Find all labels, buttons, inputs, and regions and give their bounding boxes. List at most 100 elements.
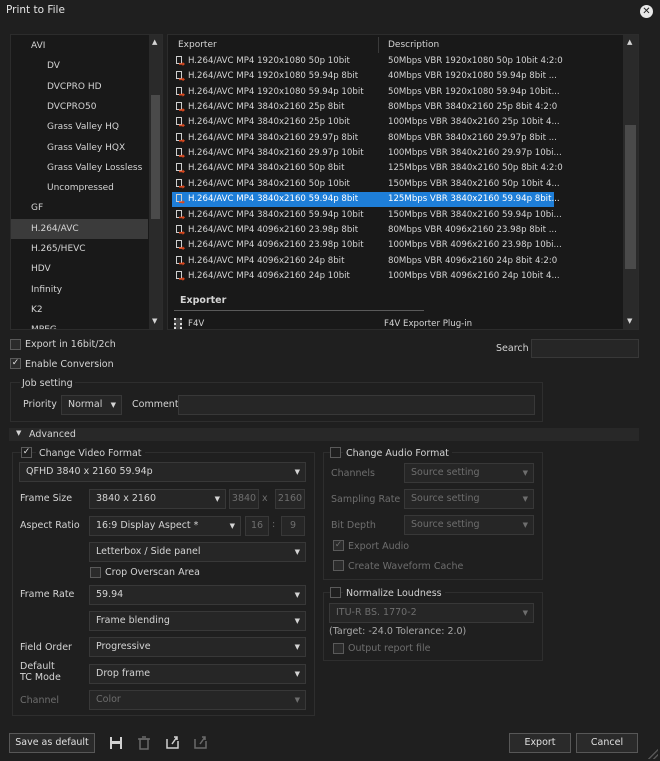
close-icon[interactable]: ✕ bbox=[640, 5, 653, 18]
tree-item-label: GF bbox=[31, 203, 44, 214]
tree-item[interactable]: K2 bbox=[11, 300, 148, 320]
scroll-up-icon[interactable]: ▲ bbox=[627, 38, 632, 46]
plugin-exporter[interactable]: F4V bbox=[188, 319, 204, 329]
column-header-exporter[interactable]: Exporter bbox=[178, 40, 217, 50]
height-input[interactable]: 2160 bbox=[275, 489, 305, 509]
export-16bit-checkbox[interactable] bbox=[10, 339, 21, 350]
exporter-row[interactable]: H.264/AVC MP4 4096x2160 23.98p 10bit 100M… bbox=[172, 238, 562, 253]
comment-input[interactable] bbox=[178, 395, 535, 415]
tree-item[interactable]: H.264/AVC bbox=[11, 218, 148, 239]
file-export-icon bbox=[176, 71, 185, 82]
exporter-row[interactable]: H.264/AVC MP4 3840x2160 29.97p 10bit 100M… bbox=[172, 146, 562, 161]
list-scroll-thumb[interactable] bbox=[625, 125, 636, 269]
column-header-description[interactable]: Description bbox=[388, 40, 439, 50]
group-header: Exporter bbox=[180, 295, 227, 306]
channel-select[interactable]: Color ▼ bbox=[89, 690, 306, 710]
search-label: Search bbox=[496, 343, 529, 354]
tree-item[interactable]: HDV bbox=[11, 259, 148, 279]
frame-blending-select[interactable]: Frame blending ▼ bbox=[89, 611, 306, 631]
tree-item[interactable]: Grass Valley HQX bbox=[11, 138, 148, 158]
output-report-label: Output report file bbox=[348, 643, 431, 654]
enable-conversion-label: Enable Conversion bbox=[25, 359, 114, 370]
exporter-row[interactable]: H.264/AVC MP4 3840x2160 50p 8bit 125Mbps … bbox=[172, 161, 563, 176]
tree-item-label: MPEG bbox=[31, 325, 57, 329]
search-input[interactable] bbox=[531, 339, 639, 358]
plugin-description: F4V Exporter Plug-in bbox=[384, 319, 473, 329]
sampling-rate-select[interactable]: Source setting ▼ bbox=[404, 489, 534, 509]
chevron-down-icon: ▼ bbox=[229, 522, 235, 530]
letterbox-select[interactable]: Letterbox / Side panel ▼ bbox=[89, 542, 306, 562]
exporter-row[interactable]: H.264/AVC MP4 4096x2160 24p 10bit 100Mbps… bbox=[172, 269, 560, 284]
frame-size-select[interactable]: 3840 x 2160 ▼ bbox=[89, 489, 226, 509]
scroll-up-icon[interactable]: ▲ bbox=[152, 38, 157, 46]
tree-item[interactable]: Grass Valley Lossless bbox=[11, 158, 148, 178]
tree-item[interactable]: H.265/HEVC bbox=[11, 239, 148, 259]
priority-select[interactable]: Normal ▼ bbox=[61, 395, 122, 415]
import-preset-icon[interactable] bbox=[166, 735, 180, 749]
waveform-cache-checkbox[interactable] bbox=[333, 560, 344, 571]
exporter-row[interactable]: H.264/AVC MP4 1920x1080 59.94p 10bit 50Mb… bbox=[172, 85, 560, 100]
collapse-triangle-icon[interactable]: ▼ bbox=[16, 429, 21, 437]
tc-mode-select[interactable]: Drop frame ▼ bbox=[89, 664, 306, 684]
exporter-row[interactable]: H.264/AVC MP4 3840x2160 50p 10bit 150Mbps… bbox=[172, 177, 560, 192]
tree-item[interactable]: AVI bbox=[11, 36, 148, 56]
frame-rate-select[interactable]: 59.94 ▼ bbox=[89, 585, 306, 605]
tree-item[interactable]: Grass Valley HQ bbox=[11, 117, 148, 137]
bit-depth-select[interactable]: Source setting ▼ bbox=[404, 515, 534, 535]
enable-conversion-checkbox[interactable]: ✓ bbox=[10, 358, 21, 369]
aspect-w-input[interactable]: 16 bbox=[245, 516, 269, 536]
tree-item[interactable]: Uncompressed bbox=[11, 178, 148, 198]
video-format-select[interactable]: QFHD 3840 x 2160 59.94p ▼ bbox=[19, 462, 306, 482]
tree-item[interactable]: DVCPRO HD bbox=[11, 77, 148, 97]
exporter-row[interactable]: H.264/AVC MP4 4096x2160 24p 8bit 80Mbps V… bbox=[172, 254, 557, 269]
normalize-loudness-checkbox[interactable] bbox=[330, 587, 341, 598]
exporter-row[interactable]: H.264/AVC MP4 3840x2160 25p 10bit 100Mbps… bbox=[172, 115, 560, 130]
exporter-row[interactable]: H.264/AVC MP4 3840x2160 29.97p 8bit 80Mbp… bbox=[172, 131, 557, 146]
change-audio-format-checkbox[interactable] bbox=[330, 447, 341, 458]
export-audio-label: Export Audio bbox=[348, 541, 410, 552]
exporter-row[interactable]: H.264/AVC MP4 1920x1080 50p 10bit 50Mbps … bbox=[172, 54, 563, 69]
tree-scroll-thumb[interactable] bbox=[151, 95, 160, 219]
change-video-format-label: Change Video Format bbox=[36, 448, 145, 459]
exporter-name: H.264/AVC MP4 4096x2160 23.98p 8bit bbox=[188, 224, 359, 235]
tree-scrollbar[interactable]: ▲ ▼ bbox=[149, 35, 162, 329]
resize-grip-icon[interactable] bbox=[648, 749, 658, 759]
tree-item[interactable]: DV bbox=[11, 56, 148, 76]
field-order-select[interactable]: Progressive ▼ bbox=[89, 637, 306, 657]
export-audio-checkbox[interactable]: ✓ bbox=[333, 540, 344, 551]
tree-item-label: DVCPRO HD bbox=[47, 81, 102, 92]
list-scrollbar[interactable]: ▲ ▼ bbox=[623, 35, 638, 329]
output-report-checkbox[interactable] bbox=[333, 643, 344, 654]
chevron-down-icon: ▼ bbox=[522, 521, 528, 529]
tree-item[interactable]: DVCPRO50 bbox=[11, 97, 148, 117]
exporter-row[interactable]: H.264/AVC MP4 3840x2160 59.94p 10bit 150M… bbox=[172, 208, 562, 223]
chevron-down-icon: ▼ bbox=[294, 591, 300, 599]
scroll-down-icon[interactable]: ▼ bbox=[627, 317, 632, 325]
exporter-row[interactable]: H.264/AVC MP4 3840x2160 59.94p 8bit 125Mb… bbox=[172, 192, 560, 208]
job-setting-title: Job setting bbox=[20, 378, 75, 389]
exporter-row[interactable]: H.264/AVC MP4 4096x2160 23.98p 8bit 80Mbp… bbox=[172, 223, 557, 238]
save-icon[interactable] bbox=[109, 736, 123, 750]
export-button[interactable]: Export bbox=[509, 733, 571, 753]
channels-select[interactable]: Source setting ▼ bbox=[404, 463, 534, 483]
change-video-format-checkbox[interactable]: ✓ bbox=[21, 447, 32, 458]
advanced-section-header[interactable] bbox=[9, 428, 639, 441]
chevron-down-icon: ▼ bbox=[294, 617, 300, 625]
exporter-description: 100Mbps VBR 3840x2160 25p 10bit 4... bbox=[388, 117, 560, 128]
crop-overscan-checkbox[interactable] bbox=[90, 567, 101, 578]
loudness-standard-select[interactable]: ITU-R BS. 1770-2 ▼ bbox=[329, 603, 534, 623]
save-as-default-button[interactable]: Save as default bbox=[9, 733, 95, 753]
exporter-description: 100Mbps VBR 3840x2160 29.97p 10bi... bbox=[388, 148, 562, 159]
aspect-ratio-select[interactable]: 16:9 Display Aspect * ▼ bbox=[89, 516, 241, 536]
exporter-row[interactable]: H.264/AVC MP4 3840x2160 25p 8bit 80Mbps V… bbox=[172, 100, 557, 115]
tree-item[interactable]: MPEG bbox=[11, 320, 148, 329]
tree-item-label: DV bbox=[47, 61, 60, 72]
scroll-down-icon[interactable]: ▼ bbox=[152, 317, 157, 325]
exporter-row[interactable]: H.264/AVC MP4 1920x1080 59.94p 8bit 40Mbp… bbox=[172, 69, 557, 84]
width-input[interactable]: 3840 bbox=[229, 489, 259, 509]
cancel-button[interactable]: Cancel bbox=[576, 733, 638, 753]
tree-item[interactable]: GF bbox=[11, 198, 148, 218]
film-icon bbox=[174, 318, 182, 329]
aspect-h-input[interactable]: 9 bbox=[281, 516, 305, 536]
tree-item[interactable]: Infinity bbox=[11, 280, 148, 300]
